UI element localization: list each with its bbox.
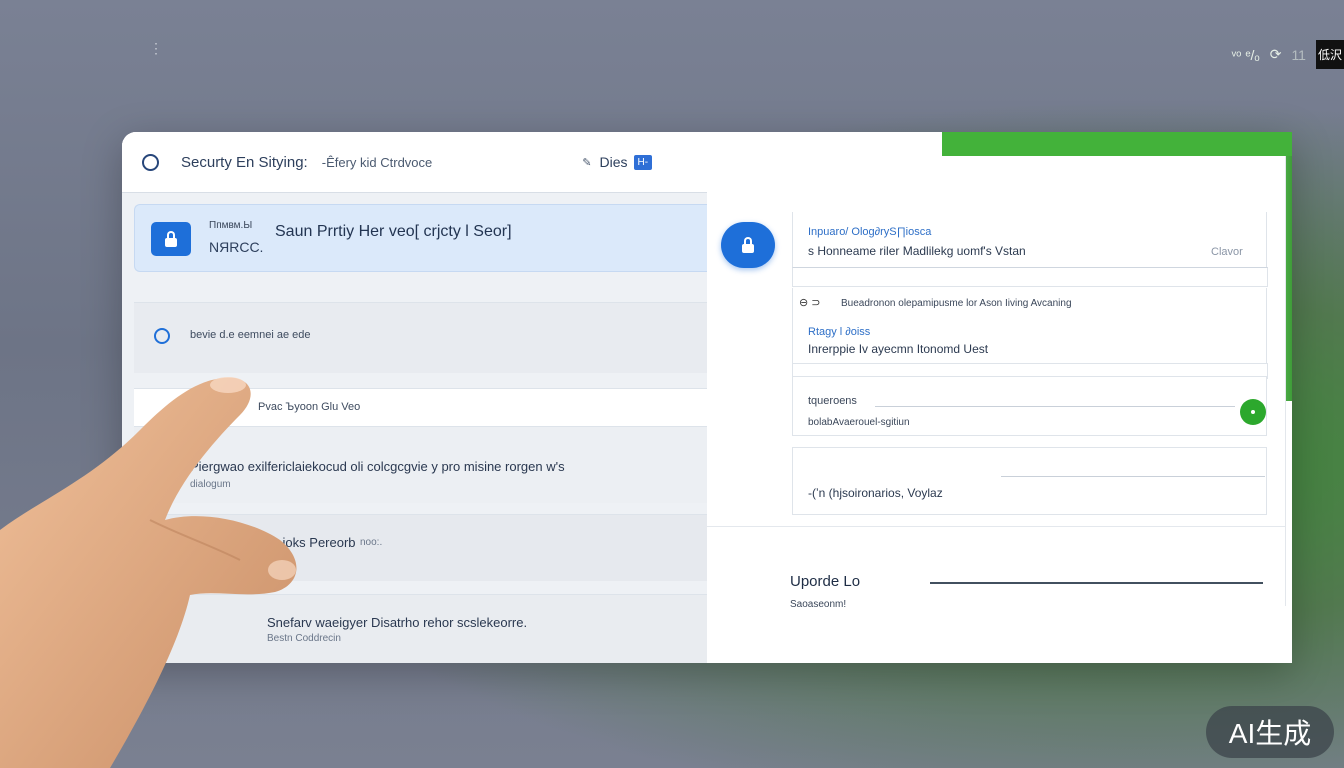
- field-value: bolabAvaerouel-sgitiun: [808, 417, 910, 428]
- detail-panel: Inpuaro/ Olog∂ryS∏iosca s Honneame riler…: [707, 156, 1286, 610]
- corner-badge: 低沢: [1315, 40, 1344, 69]
- drag-handle-icon[interactable]: ⋮: [149, 41, 163, 60]
- status-icons: ᵛᵒ ᵉ/ₒ: [1231, 46, 1260, 63]
- field-value: s Honneame riler Madlilekg uomf's Vstan: [808, 244, 1026, 258]
- field-underline: [875, 406, 1235, 407]
- list-item[interactable]: Rvico do Bnet ioks Pereorb noo:. Commeon: [134, 514, 707, 581]
- field-value: Inrerppie Iv ayecmn Itonomd Uest: [808, 342, 989, 356]
- lock-icon: [151, 222, 191, 256]
- list-item[interactable]: bevie d.e eemnei ae ede: [134, 302, 707, 373]
- selected-title: Saun Prrtiy Her veo[ crjcty l Seor]: [275, 223, 512, 240]
- list-item-suffix: noo:.: [360, 537, 383, 548]
- list-item-sub: Commeon: [198, 553, 245, 564]
- toggle-switch[interactable]: [1240, 399, 1266, 425]
- doc-tag[interactable]: H-: [633, 154, 653, 170]
- list-item[interactable]: Snefarv waeigyer Disatrho rehor scslekeo…: [134, 594, 707, 663]
- list-item-sub: Bestn Coddrecin: [267, 633, 341, 644]
- field-label: Inpuaro/ Olog∂ryS∏iosca: [808, 226, 932, 238]
- top-status-area: ᵛᵒ ᵉ/ₒ ⟳ 11 低沢: [1232, 40, 1344, 69]
- progress-line: [930, 582, 1263, 584]
- search-icon[interactable]: [142, 153, 159, 171]
- update-sub: Saoaseonm!: [790, 599, 847, 610]
- pin-icon[interactable]: ✎: [582, 156, 591, 169]
- header-bar: Securty En Sitying: -Êfery kid Ctrdvoce …: [122, 132, 707, 193]
- field-label: tqueroens: [808, 395, 857, 407]
- right-pane: Inpuaro/ Olog∂ryS∏iosca s Honneame riler…: [707, 132, 1292, 663]
- update-section: Uporde Lo Saoaseonm!: [707, 526, 1285, 627]
- field-underline: [1001, 476, 1265, 477]
- field-hint: Clavor: [1211, 246, 1243, 258]
- list-item-label: Piergwao exilfericlaiekocud oli colcgcgv…: [190, 459, 565, 474]
- settings-window: Securty En Sitying: -Êfery kid Ctrdvoce …: [122, 132, 1292, 663]
- list-item-label: Snefarv waeigyer Disatrho rehor scslekeo…: [267, 615, 528, 630]
- info-line: Bueadronon olepamipusme lor Ason Iiving …: [841, 298, 1072, 309]
- refresh-icon[interactable]: ⟳: [1270, 46, 1282, 63]
- text-field[interactable]: ⊖ ⊃ Bueadronon olepamipusme lor Ason Iiv…: [792, 288, 1267, 364]
- radio-button[interactable]: [154, 328, 170, 344]
- field-label: Rtagy l ∂oiss: [808, 326, 871, 338]
- field-value: -(ʼn (hjsoironarios, Voylaz: [808, 486, 943, 500]
- list-item[interactable]: Pvac Ъyoon Glu Veo: [134, 388, 707, 427]
- update-title[interactable]: Uporde Lo: [790, 573, 860, 590]
- list-item-label: Rvico do Bnet ioks Pereorb: [198, 535, 356, 550]
- page-title: Securty En Sitying:: [181, 153, 308, 171]
- field-underline: [792, 267, 1268, 287]
- accent-strip: [942, 132, 1292, 156]
- count-label: 11: [1291, 46, 1306, 63]
- list-item-sub: dialogum: [190, 479, 231, 490]
- selected-meta-top: Ппмвм.Ы: [209, 220, 253, 231]
- left-pane: Securty En Sitying: -Êfery kid Ctrdvoce …: [122, 132, 708, 663]
- list-item[interactable]: Piergwao exilfericlaiekocud oli colcgcgv…: [134, 426, 707, 503]
- list-item-label: Pvac Ъyoon Glu Veo: [258, 401, 361, 413]
- lock-icon: [721, 222, 775, 268]
- list-item-selected[interactable]: Ппмвм.Ы NЯRCC. Saun Prrtiy Her veo[ crjc…: [134, 204, 708, 272]
- doc-link[interactable]: Dies: [600, 154, 628, 170]
- text-field[interactable]: Inpuaro/ Olog∂ryS∏iosca s Honneame riler…: [792, 212, 1267, 268]
- info-icon: ⊖ ⊃: [799, 297, 821, 309]
- text-field[interactable]: -(ʼn (hjsoironarios, Voylaz: [792, 447, 1267, 515]
- selected-meta-bottom: NЯRCC.: [209, 239, 264, 255]
- page-subtitle: -Êfery kid Ctrdvoce: [321, 154, 433, 170]
- watermark-badge: AI生成: [1206, 706, 1334, 758]
- list-item-label: bevie d.e eemnei ae ede: [190, 329, 311, 341]
- toggle-field[interactable]: tqueroens bolabAvaerouel-sgitiun: [792, 376, 1267, 436]
